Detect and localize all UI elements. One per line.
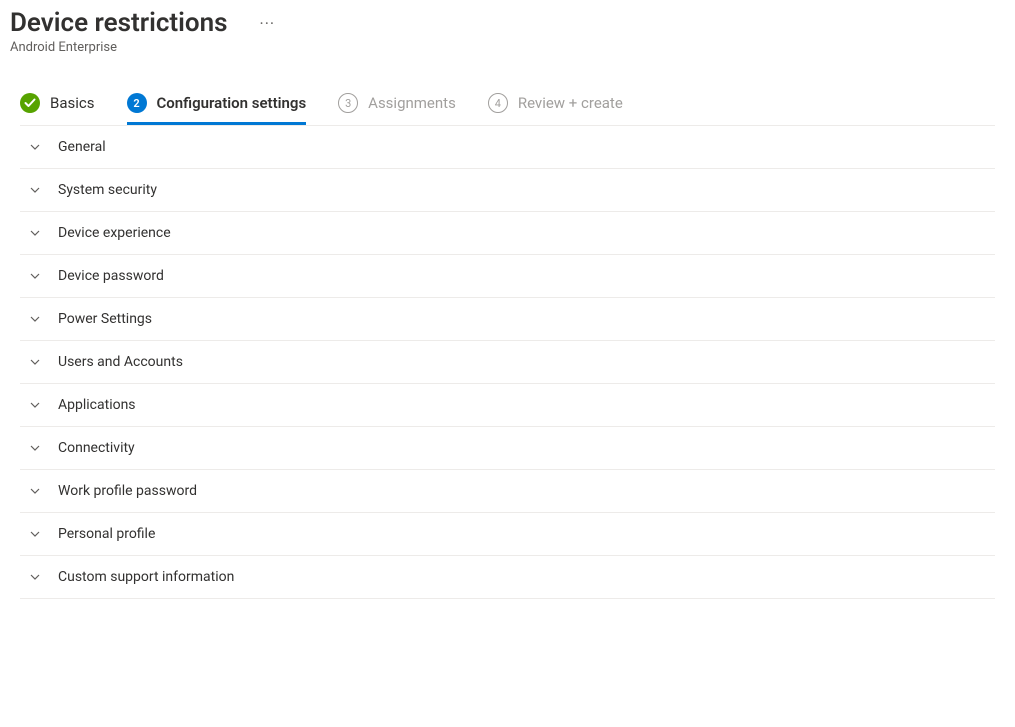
- accordion-toggle[interactable]: Work profile password: [20, 470, 995, 512]
- chevron-down-icon: [28, 183, 42, 197]
- accordion-toggle[interactable]: General: [20, 126, 995, 168]
- page-subtitle: Android Enterprise: [10, 40, 1005, 55]
- accordion-toggle[interactable]: System security: [20, 169, 995, 211]
- chevron-down-icon: [28, 140, 42, 154]
- accordion-toggle[interactable]: Personal profile: [20, 513, 995, 555]
- chevron-down-icon: [28, 527, 42, 541]
- accordion-item-personal-profile: Personal profile: [20, 513, 995, 556]
- accordion-item-device-experience: Device experience: [20, 212, 995, 255]
- tab-assignments[interactable]: 3 Assignments: [338, 83, 456, 125]
- accordion-item-work-profile-password: Work profile password: [20, 470, 995, 513]
- accordion-item-device-password: Device password: [20, 255, 995, 298]
- chevron-down-icon: [28, 441, 42, 455]
- accordion-item-system-security: System security: [20, 169, 995, 212]
- tab-label: Basics: [50, 94, 95, 112]
- accordion-label: Personal profile: [58, 526, 155, 542]
- accordion-toggle[interactable]: Device experience: [20, 212, 995, 254]
- accordion-toggle[interactable]: Power Settings: [20, 298, 995, 340]
- page-title: Device restrictions: [10, 8, 228, 38]
- accordion-label: Device password: [58, 268, 164, 284]
- step-number-icon: 3: [338, 93, 358, 113]
- accordion-label: Power Settings: [58, 311, 152, 327]
- chevron-down-icon: [28, 312, 42, 326]
- accordion-label: Connectivity: [58, 440, 135, 456]
- wizard-tabs: Basics 2 Configuration settings 3 Assign…: [10, 83, 1005, 125]
- step-number-icon: 2: [127, 93, 147, 113]
- chevron-down-icon: [28, 269, 42, 283]
- accordion-label: Applications: [58, 397, 136, 413]
- step-number-icon: 4: [488, 93, 508, 113]
- accordion-label: Work profile password: [58, 483, 197, 499]
- accordion-toggle[interactable]: Applications: [20, 384, 995, 426]
- tab-configuration-settings[interactable]: 2 Configuration settings: [127, 83, 307, 125]
- accordion-label: Users and Accounts: [58, 354, 183, 370]
- accordion-label: Device experience: [58, 225, 171, 241]
- tab-label: Review + create: [518, 94, 623, 112]
- page-header: Device restrictions ··· Android Enterpri…: [10, 8, 1005, 55]
- accordion-label: System security: [58, 182, 157, 198]
- chevron-down-icon: [28, 570, 42, 584]
- chevron-down-icon: [28, 398, 42, 412]
- accordion-item-applications: Applications: [20, 384, 995, 427]
- chevron-down-icon: [28, 484, 42, 498]
- tab-label: Assignments: [368, 94, 456, 112]
- accordion-toggle[interactable]: Custom support information: [20, 556, 995, 598]
- accordion-item-connectivity: Connectivity: [20, 427, 995, 470]
- accordion-label: General: [58, 139, 106, 155]
- accordion-item-general: General: [20, 126, 995, 169]
- title-row: Device restrictions ···: [10, 8, 1005, 38]
- accordion-item-custom-support-information: Custom support information: [20, 556, 995, 599]
- accordion-item-users-accounts: Users and Accounts: [20, 341, 995, 384]
- tab-label: Configuration settings: [157, 94, 307, 112]
- tab-basics[interactable]: Basics: [20, 83, 95, 125]
- settings-accordion: General System security Device experienc…: [20, 125, 995, 599]
- accordion-toggle[interactable]: Users and Accounts: [20, 341, 995, 383]
- more-actions-button[interactable]: ···: [256, 12, 280, 35]
- accordion-label: Custom support information: [58, 569, 234, 585]
- check-circle-icon: [20, 93, 40, 113]
- chevron-down-icon: [28, 355, 42, 369]
- tab-review-create[interactable]: 4 Review + create: [488, 83, 623, 125]
- accordion-toggle[interactable]: Connectivity: [20, 427, 995, 469]
- chevron-down-icon: [28, 226, 42, 240]
- accordion-item-power-settings: Power Settings: [20, 298, 995, 341]
- accordion-toggle[interactable]: Device password: [20, 255, 995, 297]
